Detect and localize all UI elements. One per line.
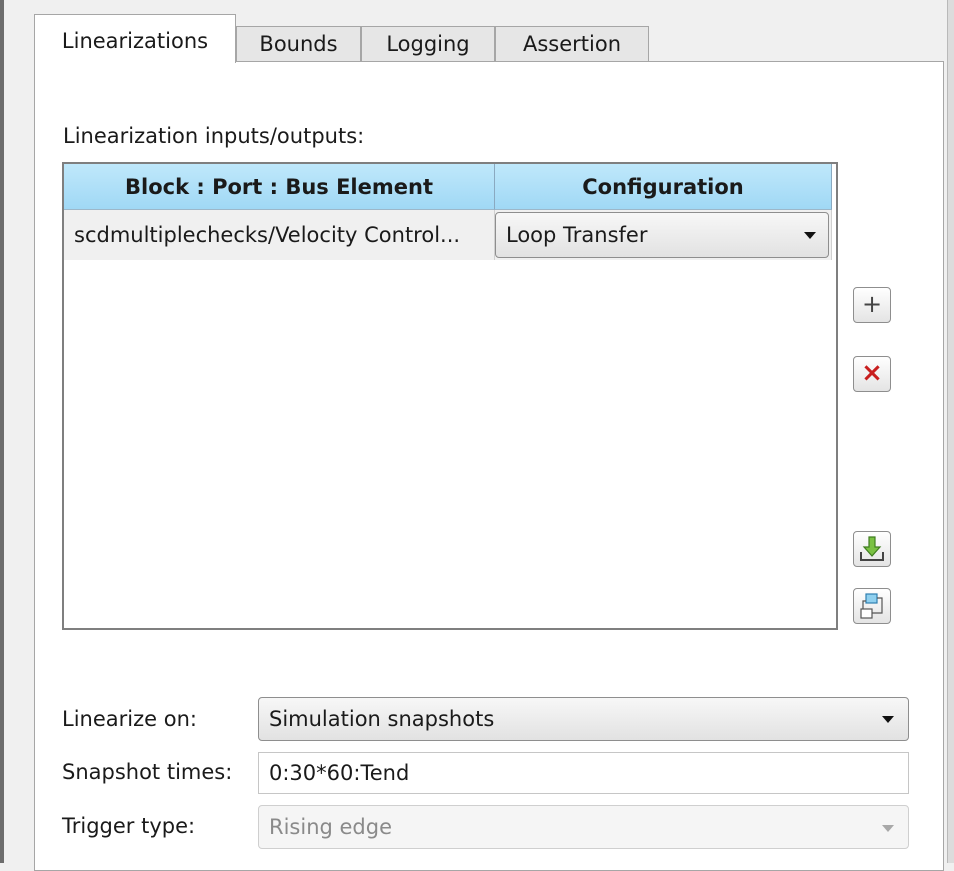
import-download-icon — [860, 536, 884, 561]
configuration-dropdown[interactable]: Loop Transfer — [495, 212, 829, 258]
column-header-configuration[interactable]: Configuration — [495, 164, 832, 210]
trigger-type-label: Trigger type: — [62, 814, 196, 838]
tab-assertion[interactable]: Assertion — [495, 26, 649, 62]
io-table: Block : Port : Bus Element Configuration… — [62, 162, 838, 630]
trigger-type-dropdown[interactable]: Rising edge — [258, 805, 909, 849]
snapshot-times-label: Snapshot times: — [62, 760, 233, 784]
snapshot-times-field[interactable]: 0:30*60:Tend — [258, 752, 909, 794]
delete-x-icon: × — [861, 358, 883, 388]
column-header-block[interactable]: Block : Port : Bus Element — [64, 164, 495, 210]
tab-linearizations-label: Linearizations — [61, 29, 209, 53]
window-right-border — [947, 0, 954, 863]
import-io-button[interactable] — [853, 531, 891, 567]
chevron-down-icon — [882, 825, 894, 832]
table-row-block-cell[interactable]: scdmultiplechecks/Velocity Control... — [64, 210, 495, 260]
chevron-down-icon — [804, 232, 816, 239]
tab-bounds-label: Bounds — [259, 32, 338, 56]
block-diagram-icon — [860, 593, 883, 619]
snapshot-times-value: 0:30*60:Tend — [269, 761, 410, 785]
plus-icon: + — [861, 290, 883, 318]
highlight-in-model-button[interactable] — [853, 588, 891, 624]
trigger-type-value: Rising edge — [269, 815, 393, 839]
linearize-on-dropdown[interactable]: Simulation snapshots — [258, 697, 909, 741]
linearize-on-value: Simulation snapshots — [269, 707, 495, 731]
chevron-down-icon — [882, 716, 894, 723]
configuration-dropdown-value: Loop Transfer — [506, 223, 648, 247]
linearize-on-label: Linearize on: — [62, 707, 197, 731]
add-io-button[interactable]: + — [853, 287, 891, 323]
tab-linearizations[interactable]: Linearizations — [34, 14, 236, 63]
tab-assertion-label: Assertion — [522, 32, 622, 56]
window-left-border — [0, 0, 4, 863]
tab-logging-label: Logging — [386, 32, 470, 56]
io-section-label: Linearization inputs/outputs: — [63, 124, 365, 148]
tab-logging[interactable]: Logging — [361, 26, 495, 62]
tab-bounds[interactable]: Bounds — [236, 26, 361, 62]
delete-io-button[interactable]: × — [853, 356, 891, 392]
